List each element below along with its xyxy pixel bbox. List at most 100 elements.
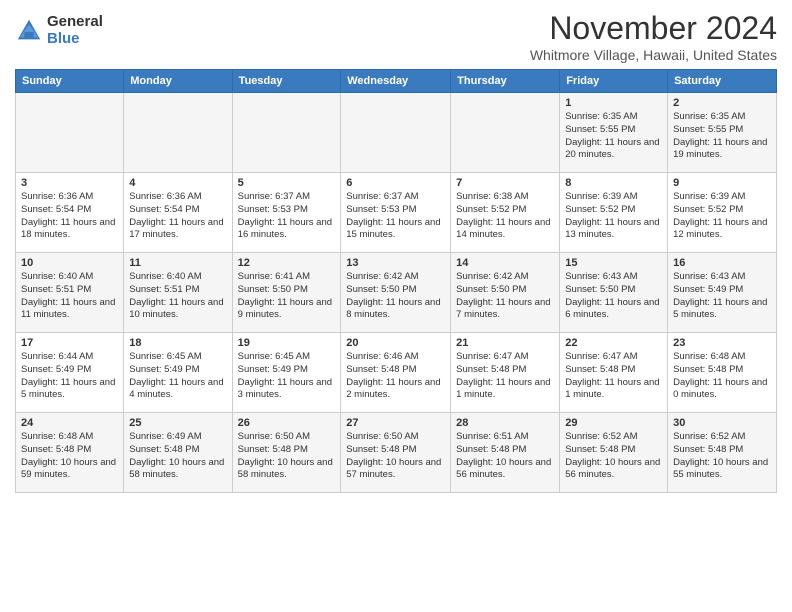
calendar-day-cell: 24 Sunrise: 6:48 AM Sunset: 5:48 PM Dayli… [16, 413, 124, 493]
day-number: 25 [129, 417, 226, 429]
calendar-day-cell: 27Sunrise: 6:50 AM Sunset: 5:48 PM Dayli… [341, 413, 451, 493]
calendar-day-cell: 21 Sunrise: 6:47 AM Sunset: 5:48 PM Dayli… [451, 333, 560, 413]
header: General Blue November 2024 Whitmore Vill… [15, 10, 777, 63]
day-number: 21 [456, 337, 554, 349]
day-info: Sunrise: 6:48 AM Sunset: 5:48 PM Dayligh… [673, 351, 767, 400]
calendar-day-cell: 19Sunrise: 6:45 AM Sunset: 5:49 PM Dayli… [232, 333, 341, 413]
calendar-body: 1 Sunrise: 6:35 AM Sunset: 5:55 PM Daylig… [16, 93, 777, 493]
day-number: 4 [129, 177, 226, 189]
calendar-day-cell [16, 93, 124, 173]
calendar-day-cell: 15 Sunrise: 6:43 AM Sunset: 5:50 PM Dayli… [560, 253, 668, 333]
day-info: Sunrise: 6:50 AM Sunset: 5:48 PM Dayligh… [238, 431, 333, 480]
calendar-week-row: 3Sunrise: 6:36 AM Sunset: 5:54 PM Daylig… [16, 173, 777, 253]
calendar-week-row: 1 Sunrise: 6:35 AM Sunset: 5:55 PM Daylig… [16, 93, 777, 173]
day-info: Sunrise: 6:35 AM Sunset: 5:55 PM Dayligh… [673, 111, 767, 160]
day-info: Sunrise: 6:37 AM Sunset: 5:53 PM Dayligh… [238, 191, 332, 240]
day-info: Sunrise: 6:45 AM Sunset: 5:49 PM Dayligh… [129, 351, 223, 400]
day-info: Sunrise: 6:36 AM Sunset: 5:54 PM Dayligh… [21, 191, 115, 240]
month-title: November 2024 [530, 10, 777, 47]
calendar-day-cell [232, 93, 341, 173]
day-number: 26 [238, 417, 336, 429]
day-number: 13 [346, 257, 445, 269]
day-number: 2 [673, 97, 771, 109]
day-info: Sunrise: 6:42 AM Sunset: 5:50 PM Dayligh… [346, 271, 440, 320]
day-number: 22 [565, 337, 662, 349]
day-number: 14 [456, 257, 554, 269]
calendar-day-cell: 2 Sunrise: 6:35 AM Sunset: 5:55 PM Daylig… [668, 93, 777, 173]
day-of-week-header: Wednesday [341, 70, 451, 93]
day-number: 11 [129, 257, 226, 269]
header-row: SundayMondayTuesdayWednesdayThursdayFrid… [16, 70, 777, 93]
calendar-day-cell: 22 Sunrise: 6:47 AM Sunset: 5:48 PM Dayli… [560, 333, 668, 413]
calendar-day-cell: 23 Sunrise: 6:48 AM Sunset: 5:48 PM Dayli… [668, 333, 777, 413]
day-number: 24 [21, 417, 118, 429]
day-number: 18 [129, 337, 226, 349]
day-info: Sunrise: 6:51 AM Sunset: 5:48 PM Dayligh… [456, 431, 551, 480]
day-info: Sunrise: 6:42 AM Sunset: 5:50 PM Dayligh… [456, 271, 550, 320]
logo-icon [15, 17, 43, 45]
calendar-day-cell: 6 Sunrise: 6:37 AM Sunset: 5:53 PM Daylig… [341, 173, 451, 253]
day-info: Sunrise: 6:41 AM Sunset: 5:50 PM Dayligh… [238, 271, 332, 320]
calendar-day-cell: 8Sunrise: 6:39 AM Sunset: 5:52 PM Daylig… [560, 173, 668, 253]
day-number: 29 [565, 417, 662, 429]
calendar-day-cell [451, 93, 560, 173]
calendar-day-cell: 29 Sunrise: 6:52 AM Sunset: 5:48 PM Dayli… [560, 413, 668, 493]
calendar-day-cell: 28 Sunrise: 6:51 AM Sunset: 5:48 PM Dayli… [451, 413, 560, 493]
calendar-day-cell: 4 Sunrise: 6:36 AM Sunset: 5:54 PM Daylig… [124, 173, 232, 253]
day-info: Sunrise: 6:47 AM Sunset: 5:48 PM Dayligh… [565, 351, 659, 400]
day-number: 10 [21, 257, 118, 269]
day-info: Sunrise: 6:49 AM Sunset: 5:48 PM Dayligh… [129, 431, 224, 480]
day-info: Sunrise: 6:36 AM Sunset: 5:54 PM Dayligh… [129, 191, 223, 240]
calendar-week-row: 24 Sunrise: 6:48 AM Sunset: 5:48 PM Dayli… [16, 413, 777, 493]
day-info: Sunrise: 6:37 AM Sunset: 5:53 PM Dayligh… [346, 191, 440, 240]
day-info: Sunrise: 6:48 AM Sunset: 5:48 PM Dayligh… [21, 431, 116, 480]
day-number: 28 [456, 417, 554, 429]
calendar-day-cell: 25 Sunrise: 6:49 AM Sunset: 5:48 PM Dayli… [124, 413, 232, 493]
day-number: 1 [565, 97, 662, 109]
day-number: 30 [673, 417, 771, 429]
day-info: Sunrise: 6:39 AM Sunset: 5:52 PM Dayligh… [673, 191, 767, 240]
day-of-week-header: Sunday [16, 70, 124, 93]
calendar-week-row: 10 Sunrise: 6:40 AM Sunset: 5:51 PM Dayli… [16, 253, 777, 333]
calendar-day-cell: 20Sunrise: 6:46 AM Sunset: 5:48 PM Dayli… [341, 333, 451, 413]
calendar-day-cell: 7Sunrise: 6:38 AM Sunset: 5:52 PM Daylig… [451, 173, 560, 253]
calendar-day-cell: 5Sunrise: 6:37 AM Sunset: 5:53 PM Daylig… [232, 173, 341, 253]
day-number: 17 [21, 337, 118, 349]
day-info: Sunrise: 6:44 AM Sunset: 5:49 PM Dayligh… [21, 351, 115, 400]
calendar-day-cell: 17 Sunrise: 6:44 AM Sunset: 5:49 PM Dayli… [16, 333, 124, 413]
day-number: 27 [346, 417, 445, 429]
day-number: 6 [346, 177, 445, 189]
day-of-week-header: Thursday [451, 70, 560, 93]
day-info: Sunrise: 6:40 AM Sunset: 5:51 PM Dayligh… [21, 271, 115, 320]
calendar-table: SundayMondayTuesdayWednesdayThursdayFrid… [15, 69, 777, 493]
day-info: Sunrise: 6:43 AM Sunset: 5:50 PM Dayligh… [565, 271, 659, 320]
day-info: Sunrise: 6:52 AM Sunset: 5:48 PM Dayligh… [565, 431, 660, 480]
day-number: 12 [238, 257, 336, 269]
day-info: Sunrise: 6:38 AM Sunset: 5:52 PM Dayligh… [456, 191, 550, 240]
calendar-day-cell: 11Sunrise: 6:40 AM Sunset: 5:51 PM Dayli… [124, 253, 232, 333]
day-number: 8 [565, 177, 662, 189]
day-info: Sunrise: 6:47 AM Sunset: 5:48 PM Dayligh… [456, 351, 550, 400]
calendar-header: SundayMondayTuesdayWednesdayThursdayFrid… [16, 70, 777, 93]
day-number: 9 [673, 177, 771, 189]
calendar-day-cell: 30 Sunrise: 6:52 AM Sunset: 5:48 PM Dayli… [668, 413, 777, 493]
day-of-week-header: Tuesday [232, 70, 341, 93]
calendar-day-cell: 1Sunrise: 6:35 AM Sunset: 5:55 PM Daylig… [560, 93, 668, 173]
logo: General Blue [15, 14, 103, 47]
day-info: Sunrise: 6:46 AM Sunset: 5:48 PM Dayligh… [346, 351, 440, 400]
day-number: 23 [673, 337, 771, 349]
calendar-day-cell: 26 Sunrise: 6:50 AM Sunset: 5:48 PM Dayli… [232, 413, 341, 493]
day-number: 15 [565, 257, 662, 269]
calendar-week-row: 17 Sunrise: 6:44 AM Sunset: 5:49 PM Dayli… [16, 333, 777, 413]
calendar-day-cell: 14 Sunrise: 6:42 AM Sunset: 5:50 PM Dayli… [451, 253, 560, 333]
calendar-day-cell [124, 93, 232, 173]
calendar-day-cell: 18 Sunrise: 6:45 AM Sunset: 5:49 PM Dayli… [124, 333, 232, 413]
calendar-day-cell [341, 93, 451, 173]
calendar-day-cell: 12 Sunrise: 6:41 AM Sunset: 5:50 PM Dayli… [232, 253, 341, 333]
day-of-week-header: Saturday [668, 70, 777, 93]
calendar-day-cell: 3Sunrise: 6:36 AM Sunset: 5:54 PM Daylig… [16, 173, 124, 253]
logo-general-text: General [47, 14, 103, 31]
day-info: Sunrise: 6:52 AM Sunset: 5:48 PM Dayligh… [673, 431, 768, 480]
day-number: 16 [673, 257, 771, 269]
day-number: 19 [238, 337, 336, 349]
